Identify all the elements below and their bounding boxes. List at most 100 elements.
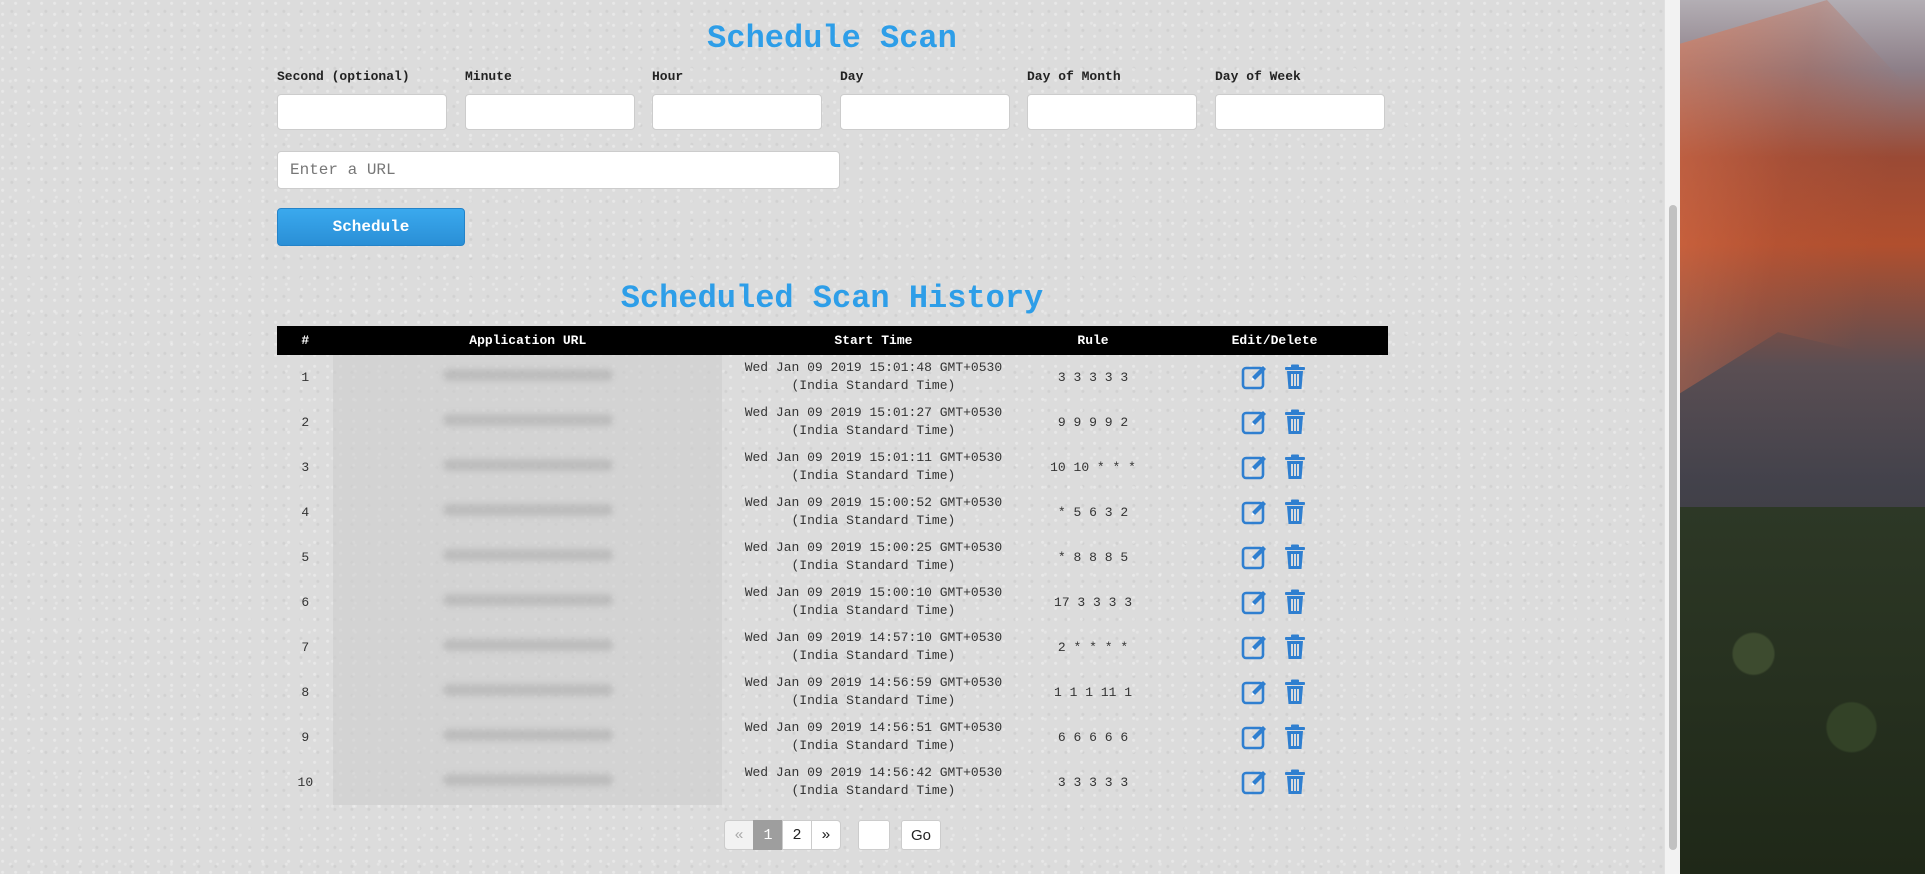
edit-delete-cell [1162, 580, 1388, 625]
start-time-zone: (India Standard Time) [791, 783, 956, 798]
application-url-cell [333, 444, 723, 490]
edit-icon[interactable] [1241, 498, 1269, 526]
row-number: 7 [301, 639, 310, 655]
edit-delete-cell [1162, 355, 1388, 400]
edit-icon[interactable] [1241, 768, 1269, 796]
schedule-button[interactable]: Schedule [277, 208, 465, 246]
rule-cell: 3 3 3 3 3 [1057, 369, 1129, 385]
edit-icon[interactable] [1241, 543, 1269, 571]
trash-icon[interactable] [1281, 768, 1309, 796]
hour-label: Hour [652, 69, 684, 84]
edit-icon[interactable] [1241, 588, 1269, 616]
blurred-url [442, 774, 613, 786]
table-row: 6 Wed Jan 09 2019 15:00:10 GMT+0530 (India… [278, 579, 1388, 625]
header-number: # [277, 326, 334, 355]
start-time-cell: Wed Jan 09 2019 15:01:11 GMT+0530 (India … [722, 445, 1024, 490]
start-time-zone: (India Standard Time) [791, 558, 956, 573]
row-number: 6 [301, 594, 310, 610]
scan-history-table: # Application URL Start Time Rule Edit/D… [277, 326, 1388, 805]
day-label: Day [840, 69, 864, 84]
start-time-date: Wed Jan 09 2019 15:01:48 GMT+0530 [744, 360, 1003, 376]
edit-icon[interactable] [1241, 408, 1269, 436]
trash-icon[interactable] [1281, 363, 1309, 391]
page-number-input[interactable] [858, 820, 890, 850]
edit-icon[interactable] [1241, 453, 1269, 481]
start-time-zone: (India Standard Time) [791, 738, 956, 753]
page-title: Schedule Scan [707, 20, 957, 57]
trash-icon[interactable] [1281, 633, 1309, 661]
edit-delete-cell [1162, 535, 1388, 580]
trash-icon[interactable] [1281, 588, 1309, 616]
application-url-cell [333, 354, 723, 400]
trash-icon[interactable] [1281, 723, 1309, 751]
edit-icon[interactable] [1241, 633, 1269, 661]
table-row: 9 Wed Jan 09 2019 14:56:51 GMT+0530 (India… [278, 714, 1388, 760]
rule-cell: 10 10 * * * [1050, 459, 1136, 475]
trash-icon[interactable] [1281, 408, 1309, 436]
day-of-week-label: Day of Week [1215, 69, 1301, 84]
start-time-cell: Wed Jan 09 2019 14:56:42 GMT+0530 (India … [722, 760, 1024, 805]
table-row: 4 Wed Jan 09 2019 15:00:52 GMT+0530 (India… [278, 489, 1388, 535]
application-url-cell [333, 759, 723, 805]
scrollbar-thumb[interactable] [1669, 205, 1677, 850]
start-time-date: Wed Jan 09 2019 14:56:59 GMT+0530 [744, 675, 1003, 690]
start-time-zone: (India Standard Time) [791, 468, 956, 483]
trash-icon[interactable] [1281, 678, 1309, 706]
trash-icon[interactable] [1281, 453, 1309, 481]
blurred-url [442, 414, 613, 426]
application-url-cell [333, 714, 723, 760]
edit-icon[interactable] [1241, 678, 1269, 706]
day-field[interactable] [840, 94, 1010, 130]
application-url-cell [333, 579, 723, 625]
rule-cell: * 5 6 3 2 [1057, 504, 1129, 520]
row-number: 10 [297, 774, 314, 790]
start-time-date: Wed Jan 09 2019 15:01:11 GMT+0530 [744, 450, 1003, 465]
minute-label: Minute [465, 69, 512, 84]
trash-icon[interactable] [1281, 498, 1309, 526]
start-time-cell: Wed Jan 09 2019 15:00:25 GMT+0530 (India … [722, 535, 1024, 580]
page-2-button[interactable]: 2 [782, 820, 812, 850]
start-time-date: Wed Jan 09 2019 15:00:52 GMT+0530 [744, 495, 1003, 510]
start-time-cell: Wed Jan 09 2019 14:56:51 GMT+0530 (India … [722, 715, 1024, 760]
go-button[interactable]: Go [901, 820, 941, 850]
page-1-button[interactable]: 1 [753, 820, 783, 850]
day-of-month-field[interactable] [1027, 94, 1197, 130]
start-time-zone: (India Standard Time) [791, 513, 956, 528]
start-time-cell: Wed Jan 09 2019 14:57:10 GMT+0530 (India … [722, 625, 1024, 670]
start-time-date: Wed Jan 09 2019 14:56:51 GMT+0530 [744, 720, 1003, 735]
row-number: 2 [301, 414, 310, 430]
row-number: 1 [301, 369, 310, 385]
edit-icon[interactable] [1241, 363, 1269, 391]
edit-delete-cell [1162, 625, 1388, 670]
start-time-cell: Wed Jan 09 2019 15:00:52 GMT+0530 (India … [722, 490, 1024, 535]
rule-cell: 1 1 1 11 1 [1054, 684, 1133, 700]
next-page-button[interactable]: » [811, 820, 841, 850]
edit-icon[interactable] [1241, 723, 1269, 751]
start-time-zone: (India Standard Time) [791, 693, 956, 708]
trash-icon[interactable] [1281, 543, 1309, 571]
blurred-url [442, 549, 613, 561]
application-url-cell [333, 399, 723, 445]
edit-delete-cell [1162, 400, 1388, 445]
row-number: 5 [301, 549, 310, 565]
hour-field[interactable] [652, 94, 822, 130]
vertical-scrollbar[interactable] [1664, 0, 1681, 874]
second-field[interactable] [277, 94, 447, 130]
start-time-date: Wed Jan 09 2019 15:00:10 GMT+0530 [744, 585, 1003, 600]
day-of-week-field[interactable] [1215, 94, 1385, 130]
header-application-url: Application URL [332, 326, 723, 355]
minute-field[interactable] [465, 94, 635, 130]
start-time-zone: (India Standard Time) [791, 378, 956, 394]
blurred-url [442, 684, 613, 696]
second-label: Second (optional) [277, 69, 410, 84]
table-header-row: # Application URL Start Time Rule Edit/D… [277, 326, 1388, 355]
start-time-date: Wed Jan 09 2019 15:00:25 GMT+0530 [744, 540, 1003, 555]
application-url-cell [333, 489, 723, 535]
url-input[interactable] [277, 151, 840, 189]
table-row: 1 Wed Jan 09 2019 15:01:48 GMT+0530 (India… [278, 354, 1388, 400]
table-row: 10 Wed Jan 09 2019 14:56:42 GMT+0530 (Indi… [278, 759, 1388, 805]
prev-page-button[interactable]: « [724, 820, 754, 850]
blurred-url [442, 459, 613, 471]
header-rule: Rule [1023, 326, 1163, 355]
blurred-url [442, 369, 613, 382]
